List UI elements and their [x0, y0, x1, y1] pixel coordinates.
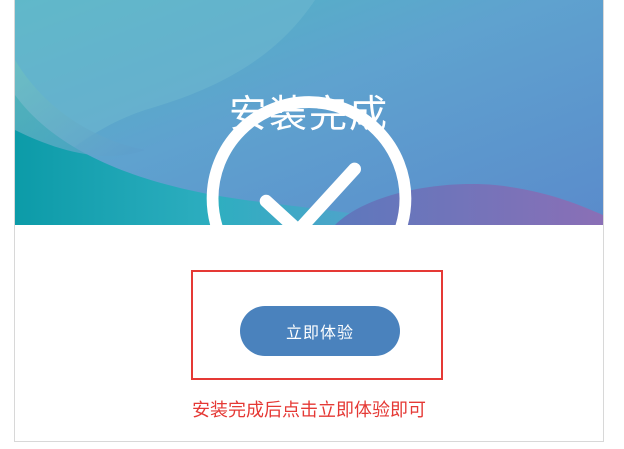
installer-window: 安装完成 立即体验 安装完成后点击立即体验即可: [14, 0, 604, 442]
experience-now-button[interactable]: 立即体验: [240, 306, 400, 356]
check-circle-icon: [206, 96, 412, 225]
completion-banner: 安装完成: [15, 0, 603, 225]
annotation-hint-text: 安装完成后点击立即体验即可: [192, 400, 426, 421]
